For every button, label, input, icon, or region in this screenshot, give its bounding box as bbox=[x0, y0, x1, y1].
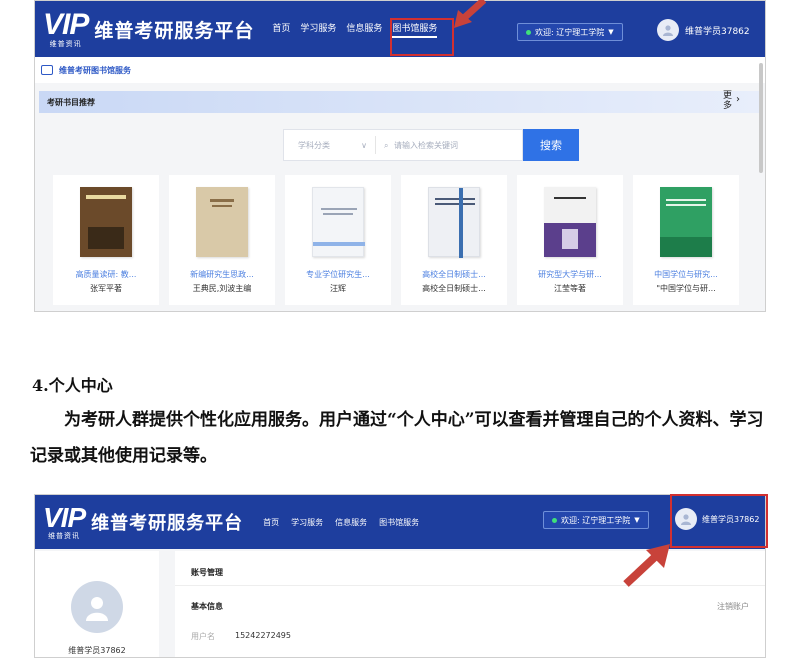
section-paragraph: 为考研人群提供个性化应用服务。用户通过“个人中心”可以查看并管理自己的个人资料、… bbox=[30, 410, 764, 466]
user-menu[interactable]: 维普学员37862 bbox=[657, 19, 750, 41]
book-title[interactable]: 高校全日制硕士... bbox=[401, 269, 507, 280]
basic-info-title: 基本信息 bbox=[191, 602, 223, 611]
profile-avatar-icon[interactable] bbox=[71, 581, 123, 633]
book-author: 高校全日制硕士... bbox=[422, 284, 486, 293]
book-cover[interactable] bbox=[660, 187, 712, 257]
book-title[interactable]: 高质量读研: 教... bbox=[53, 269, 159, 280]
chevron-right-icon: › bbox=[736, 94, 740, 105]
profile-sidebar: 维普学员37862 bbox=[35, 551, 159, 657]
book-cover[interactable] bbox=[544, 187, 596, 257]
search-icon: ⌕ bbox=[384, 140, 389, 150]
vip-logo[interactable]: VIP 维普资讯 维普考研服务平台 bbox=[43, 501, 244, 541]
scrollbar[interactable] bbox=[759, 63, 763, 173]
book-card[interactable]: 新编研究生思政... 王典民,刘波主编 bbox=[169, 175, 275, 305]
highlight-box-library-nav bbox=[390, 18, 454, 56]
book-cover[interactable] bbox=[80, 187, 132, 257]
book-author: "中国学位与研... bbox=[656, 284, 716, 293]
book-list: 高质量读研: 教... 张军平著 新编研究生思政... 王典民,刘波主编 专业学… bbox=[53, 175, 755, 305]
nav-library[interactable]: 图书馆服务 bbox=[379, 517, 419, 528]
annotation-arrow-icon bbox=[454, 0, 486, 28]
book-title[interactable]: 研究型大学与研... bbox=[517, 269, 623, 280]
main-nav: 首页 学习服务 信息服务 图书馆服务 bbox=[263, 517, 419, 528]
section-title: 4.个人中心 bbox=[32, 376, 113, 395]
subject-category-select[interactable]: 学科分类 ∨ bbox=[284, 136, 376, 154]
welcome-text: 欢迎: 辽宁理工学院 bbox=[535, 27, 605, 37]
nav-info[interactable]: 信息服务 bbox=[346, 21, 382, 38]
username-field-value: 15242272495 bbox=[235, 631, 291, 640]
site-name: 维普考研服务平台 bbox=[91, 513, 244, 534]
book-author: 江莹等著 bbox=[554, 284, 586, 293]
book-cover[interactable] bbox=[428, 187, 480, 258]
nav-study[interactable]: 学习服务 bbox=[300, 21, 336, 38]
username-label: 维普学员37862 bbox=[685, 26, 750, 37]
book-author: 王典民,刘波主编 bbox=[192, 284, 252, 293]
search-input[interactable]: ⌕ 请输入检索关键词 bbox=[376, 140, 522, 151]
nav-home[interactable]: 首页 bbox=[263, 517, 279, 528]
book-card[interactable]: 中国学位与研究... "中国学位与研... bbox=[633, 175, 739, 305]
book-author: 汪辉 bbox=[330, 284, 346, 293]
book-card[interactable]: 高校全日制硕士... 高校全日制硕士... bbox=[401, 175, 507, 305]
breadcrumb-text: 维普考研图书馆服务 bbox=[59, 65, 131, 75]
book-card[interactable]: 高质量读研: 教... 张军平著 bbox=[53, 175, 159, 305]
highlight-box-user-menu bbox=[670, 494, 768, 548]
site-name: 维普考研服务平台 bbox=[94, 19, 255, 42]
welcome-dropdown[interactable]: 欢迎: 辽宁理工学院 ▼ bbox=[517, 23, 623, 41]
category-label: 学科分类 bbox=[298, 140, 330, 150]
book-cover[interactable] bbox=[196, 187, 248, 257]
profile-username: 维普学员37862 bbox=[68, 646, 126, 655]
user-avatar-icon bbox=[657, 19, 679, 41]
more-text: 更多 bbox=[723, 91, 733, 111]
username-field-label: 用户名 bbox=[191, 632, 215, 641]
deregister-account-link[interactable]: 注销账户 bbox=[717, 601, 749, 612]
divider bbox=[175, 585, 765, 586]
vip-logo-text: VIP bbox=[43, 7, 89, 41]
caret-down-icon: ▼ bbox=[608, 28, 614, 36]
vip-logo[interactable]: VIP 维普资讯 维普考研服务平台 bbox=[43, 7, 255, 49]
vip-logo-text: VIP bbox=[43, 501, 86, 533]
search-placeholder: 请输入检索关键词 bbox=[394, 140, 459, 150]
book-title[interactable]: 中国学位与研究... bbox=[633, 269, 739, 280]
more-link[interactable]: 更多 › bbox=[723, 91, 740, 111]
book-card[interactable]: 专业学位研究生... 汪辉 bbox=[285, 175, 391, 305]
online-dot-icon bbox=[526, 29, 531, 35]
recommend-section-title: 考研书目推荐 bbox=[47, 97, 95, 107]
search-box: 学科分类 ∨ ⌕ 请输入检索关键词 bbox=[283, 129, 523, 161]
account-management-title: 账号管理 bbox=[191, 568, 223, 577]
vip-logo-subtext: 维普资讯 bbox=[49, 39, 82, 48]
nav-info[interactable]: 信息服务 bbox=[335, 517, 367, 528]
nav-home[interactable]: 首页 bbox=[272, 21, 290, 38]
welcome-dropdown[interactable]: 欢迎: 辽宁理工学院 ▼ bbox=[543, 511, 649, 529]
search-button[interactable]: 搜索 bbox=[523, 129, 579, 161]
welcome-text: 欢迎: 辽宁理工学院 bbox=[561, 515, 631, 525]
annotation-arrow-icon bbox=[623, 544, 670, 587]
book-card[interactable]: 研究型大学与研... 江莹等著 bbox=[517, 175, 623, 305]
book-cover[interactable] bbox=[312, 187, 365, 257]
caret-down-icon: ▼ bbox=[634, 516, 640, 524]
chevron-down-icon: ∨ bbox=[361, 140, 367, 150]
account-panel: 账号管理 基本信息 注销账户 用户名 15242272495 bbox=[175, 551, 765, 657]
library-icon bbox=[41, 65, 53, 75]
vip-logo-subtext: 维普资讯 bbox=[48, 531, 81, 540]
recommend-section-bar: 考研书目推荐 bbox=[39, 91, 761, 113]
book-title[interactable]: 新编研究生思政... bbox=[169, 269, 275, 280]
breadcrumb[interactable]: 维普考研图书馆服务 bbox=[35, 57, 765, 83]
nav-study[interactable]: 学习服务 bbox=[291, 517, 323, 528]
book-author: 张军平著 bbox=[90, 284, 122, 293]
online-dot-icon bbox=[552, 517, 557, 523]
book-title[interactable]: 专业学位研究生... bbox=[285, 269, 391, 280]
